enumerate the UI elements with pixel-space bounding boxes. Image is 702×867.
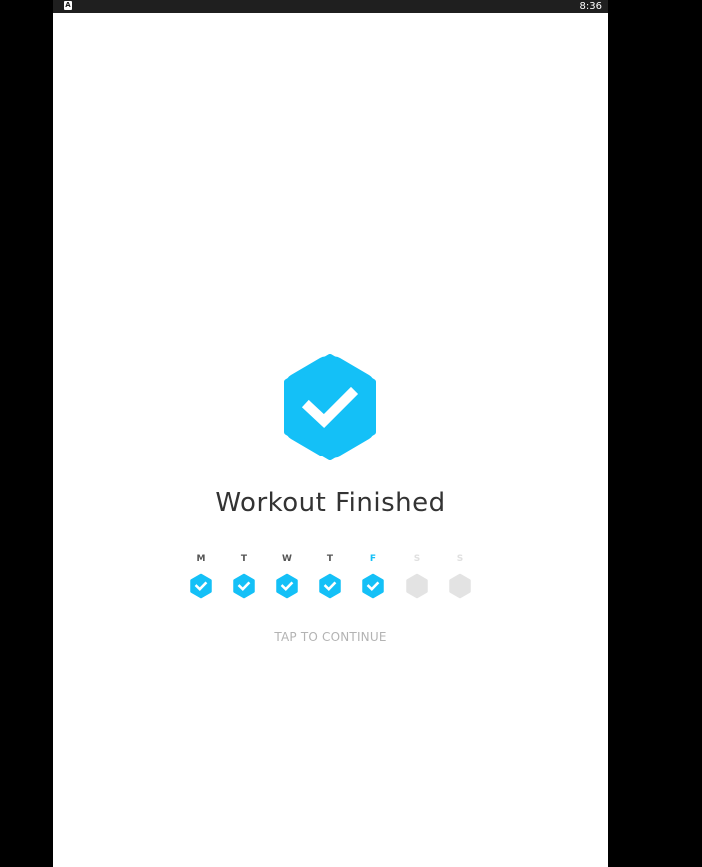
workout-finished-screen[interactable]: Workout Finished M T W T F S S TAP TO CO… xyxy=(53,0,608,867)
day-saturday: S xyxy=(402,552,432,599)
day-letter: M xyxy=(196,554,206,564)
day-letter: T xyxy=(240,554,248,564)
tap-to-continue-label[interactable]: TAP TO CONTINUE xyxy=(53,630,608,644)
day-letter-today: F xyxy=(369,554,377,564)
app-screen: A 8:36 Workout Finished M T W T F S S TA… xyxy=(53,0,608,867)
day-pending-hexagon-icon xyxy=(449,573,471,599)
day-pending-hexagon-icon xyxy=(406,573,428,599)
day-letter: W xyxy=(282,554,292,564)
day-letter: T xyxy=(326,554,334,564)
day-friday: F xyxy=(358,552,388,599)
day-wednesday: W xyxy=(272,552,302,599)
day-letter: S xyxy=(413,554,421,564)
day-thursday: T xyxy=(315,552,345,599)
day-complete-check-icon xyxy=(276,573,298,599)
day-letter: S xyxy=(456,554,464,564)
day-complete-check-icon xyxy=(362,573,384,599)
day-monday: M xyxy=(186,552,216,599)
day-complete-check-icon xyxy=(233,573,255,599)
workout-complete-badge-icon xyxy=(284,354,376,460)
day-sunday: S xyxy=(445,552,475,599)
day-complete-check-icon xyxy=(190,573,212,599)
day-complete-check-icon xyxy=(319,573,341,599)
workout-finished-title: Workout Finished xyxy=(215,488,446,518)
day-tuesday: T xyxy=(229,552,259,599)
